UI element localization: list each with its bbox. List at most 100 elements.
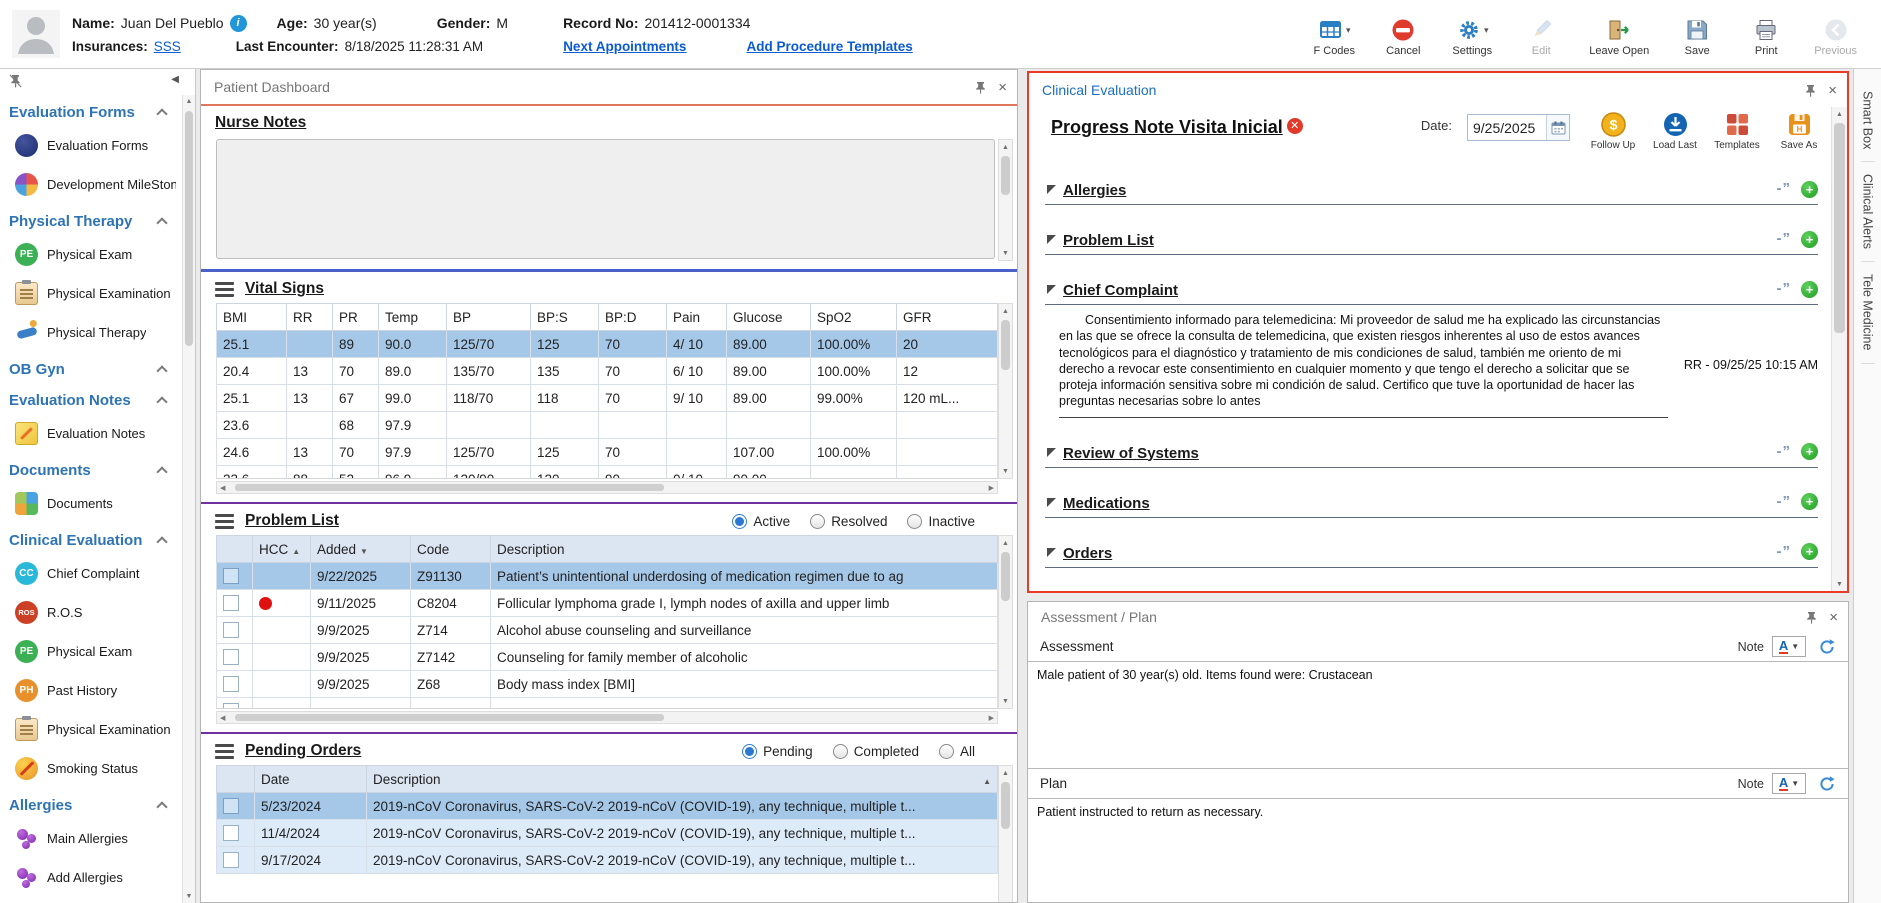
order-row[interactable]: 11/4/2024 2019-nCoV Coronavirus, SARS-CoV… xyxy=(216,819,998,847)
vitals-col-spo2[interactable]: SpO2 xyxy=(810,303,897,331)
row-checkbox[interactable] xyxy=(223,852,239,869)
vitals-col-bp[interactable]: BP xyxy=(446,303,531,331)
toolbar-f-codes-button[interactable]: ▾ F Codes xyxy=(1313,18,1355,57)
collapse-icon[interactable] xyxy=(1047,497,1056,507)
close-icon[interactable]: × xyxy=(1828,83,1837,98)
sidebar-item-evaluation-notes[interactable]: Evaluation Notes xyxy=(0,414,182,453)
problem-col-select[interactable] xyxy=(216,535,253,563)
problem-col-code[interactable]: Code xyxy=(410,535,491,563)
order-row[interactable]: 5/23/2024 2019-nCoV Coronavirus, SARS-CoV… xyxy=(216,792,998,820)
problem-row[interactable] xyxy=(216,697,998,708)
problem-row[interactable]: 9/9/2025 Z7142 Counseling for family membe… xyxy=(216,643,998,671)
section-title[interactable]: Problem List xyxy=(1063,232,1154,249)
vital-signs-hscrollbar[interactable]: ◀ ▶ xyxy=(216,481,998,494)
refresh-icon[interactable] xyxy=(1818,775,1836,793)
sidebar-item-documents[interactable]: Documents xyxy=(0,484,182,523)
pin-icon[interactable] xyxy=(975,81,986,94)
toolbar-save-button[interactable]: Save xyxy=(1676,18,1718,57)
order-row[interactable]: 9/17/2024 2019-nCoV Coronavirus, SARS-CoV… xyxy=(216,846,998,874)
section-title[interactable]: Chief Complaint xyxy=(1063,282,1178,299)
problem-row[interactable]: 9/22/2025 Z91130 Patient’s unintentional u… xyxy=(216,562,998,590)
vitals-col-pr[interactable]: PR xyxy=(332,303,379,331)
row-checkbox[interactable] xyxy=(223,568,239,585)
scroll-down-icon[interactable]: ▼ xyxy=(186,890,193,903)
sidebar-group-education[interactable]: Education xyxy=(0,897,182,903)
next-appointments-link[interactable]: Next Appointments xyxy=(563,39,686,54)
vitals-col-bmi[interactable]: BMI xyxy=(216,303,287,331)
quote-template-icon[interactable]: -” xyxy=(1777,493,1792,510)
collapse-icon[interactable] xyxy=(1047,185,1056,194)
vitals-col-gfr[interactable]: GFR xyxy=(896,303,998,331)
nurse-notes-scrollbar[interactable]: ▲ ▼ xyxy=(998,139,1013,261)
sidebar-item-development-milestones[interactable]: Development MileStones xyxy=(0,165,182,204)
collapse-icon[interactable] xyxy=(1047,447,1056,457)
menu-icon[interactable] xyxy=(215,281,234,297)
font-select[interactable]: A ▼ xyxy=(1772,773,1806,794)
font-select[interactable]: A ▼ xyxy=(1772,636,1806,657)
problem-row[interactable]: 9/9/2025 Z68 Body mass index [BMI] xyxy=(216,670,998,698)
sidebar-item-evaluation-forms[interactable]: Evaluation Forms xyxy=(0,126,182,165)
templates-button[interactable]: Templates xyxy=(1709,111,1765,151)
section-title[interactable]: Orders xyxy=(1063,545,1112,562)
toolbar-leave-open-button[interactable]: Leave Open xyxy=(1589,18,1649,57)
assessment-textarea[interactable]: Male patient of 30 year(s) old. Items fo… xyxy=(1028,661,1848,769)
close-icon[interactable]: × xyxy=(1829,610,1838,625)
add-icon[interactable]: + xyxy=(1801,493,1818,510)
remove-note-icon[interactable]: ✕ xyxy=(1286,117,1303,134)
vitals-col-glucose[interactable]: Glucose xyxy=(726,303,811,331)
date-input[interactable] xyxy=(1468,119,1546,136)
toolbar-print-button[interactable]: Print xyxy=(1745,18,1787,57)
sidebar-item-physical-exam[interactable]: PE Physical Exam xyxy=(0,632,182,671)
sidebar-scrollbar[interactable]: ▲ ▼ xyxy=(182,95,195,903)
orders-col-select[interactable] xyxy=(216,765,255,793)
sidebar-item-r-o-s[interactable]: ROS R.O.S xyxy=(0,593,182,632)
section-title[interactable]: Review of Systems xyxy=(1063,445,1199,462)
vitals-row[interactable]: 23.6 68 97.9 xyxy=(216,411,998,439)
sidebar-group-ob-gyn[interactable]: OB Gyn xyxy=(0,352,182,383)
vitals-row[interactable]: 20.4 13 70 89.0 135/70 135 70 6/ 10 89.00 100.00%… xyxy=(216,357,998,385)
side-tab-clinical-alerts[interactable]: Clinical Alerts xyxy=(1860,162,1875,263)
vitals-col-rr[interactable]: RR xyxy=(286,303,333,331)
problem-list-filter-inactive[interactable]: Inactive xyxy=(907,513,975,529)
problem-row[interactable]: 9/9/2025 Z714 Alcohol abuse counseling and… xyxy=(216,616,998,644)
quote-template-icon[interactable]: -” xyxy=(1777,280,1792,297)
scroll-up-icon[interactable]: ▲ xyxy=(186,95,193,108)
toolbar-edit-button[interactable]: Edit xyxy=(1520,18,1562,57)
vitals-row[interactable]: 23.6 88 52 96.9 120/90 120 90 0/ 10 90.00 xyxy=(216,465,998,478)
sidebar-item-chief-complaint[interactable]: CC Chief Complaint xyxy=(0,554,182,593)
pending-orders-filter-all[interactable]: All xyxy=(938,743,975,759)
section-title[interactable]: Allergies xyxy=(1063,182,1126,199)
add-icon[interactable]: + xyxy=(1801,543,1818,560)
row-checkbox[interactable] xyxy=(223,825,239,842)
pending-orders-scrollbar[interactable]: ▲ ▼ xyxy=(998,765,1013,902)
sidebar-item-main-allergies[interactable]: Main Allergies xyxy=(0,819,182,858)
orders-col-date[interactable]: Date xyxy=(254,765,367,793)
sidebar-item-add-allergies[interactable]: Add Allergies xyxy=(0,858,182,897)
quote-template-icon[interactable]: -” xyxy=(1777,443,1792,460)
sidebar-group-evaluation-notes[interactable]: Evaluation Notes xyxy=(0,383,182,414)
sidebar-group-documents[interactable]: Documents xyxy=(0,453,182,484)
problem-list-scrollbar[interactable]: ▲ ▼ xyxy=(998,535,1013,709)
vitals-row[interactable]: 25.1 89 90.0 125/70 125 70 4/ 10 89.00 100.00% 20 xyxy=(216,330,998,358)
sidebar-group-allergies[interactable]: Allergies xyxy=(0,788,182,819)
vitals-col-temp[interactable]: Temp xyxy=(378,303,447,331)
filter-menu-icon[interactable]: ▼ xyxy=(360,547,368,556)
pin-icon[interactable] xyxy=(1806,611,1817,624)
add-icon[interactable]: + xyxy=(1801,443,1818,460)
orders-col-description[interactable]: Description ▲ xyxy=(366,765,998,793)
menu-icon[interactable] xyxy=(215,743,234,759)
row-checkbox[interactable] xyxy=(223,595,239,612)
problem-col-description[interactable]: Description xyxy=(490,535,998,563)
sidebar-item-physical-exam[interactable]: PE Physical Exam xyxy=(0,235,182,274)
problem-list-filter-active[interactable]: Active xyxy=(732,513,790,529)
calendar-icon[interactable] xyxy=(1546,115,1569,140)
scrollbar-thumb[interactable] xyxy=(185,111,193,346)
sidebar-item-smoking-status[interactable]: Smoking Status xyxy=(0,749,182,788)
vitals-col-pain[interactable]: Pain xyxy=(666,303,727,331)
collapse-icon[interactable] xyxy=(1047,547,1056,557)
side-tab-smart-box[interactable]: Smart Box xyxy=(1860,79,1875,163)
load-last-button[interactable]: Load Last xyxy=(1647,111,1703,151)
toolbar-cancel-button[interactable]: Cancel xyxy=(1382,18,1424,57)
unpin-icon[interactable] xyxy=(9,74,22,88)
side-tab-tele-medicine[interactable]: Tele Medicine xyxy=(1860,262,1875,364)
